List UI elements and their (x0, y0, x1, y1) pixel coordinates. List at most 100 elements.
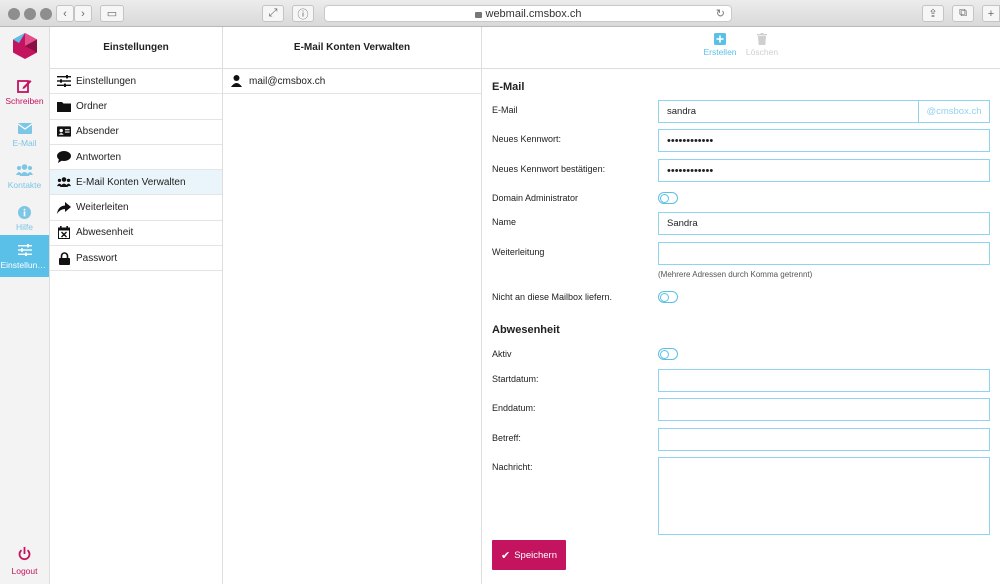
rail-compose-label: Schreiben (5, 96, 44, 106)
forward-icon[interactable]: › (74, 5, 92, 22)
start-date-field[interactable] (658, 369, 990, 392)
confirm-password-value: •••••••••••• (667, 164, 714, 177)
logout-label: Logout (11, 566, 38, 576)
new-password-field[interactable]: •••••••••••• (658, 129, 990, 152)
settings-item-accounts[interactable]: E-Mail Konten Verwalten (50, 170, 222, 196)
account-detail: Erstellen Löschen E-Mail E-Mail sandra @… (482, 27, 1000, 584)
logout-button[interactable]: Logout (0, 547, 49, 576)
minimize-window-icon[interactable] (24, 8, 36, 20)
confirm-password-field[interactable]: •••••••••••• (658, 159, 990, 182)
account-list-item[interactable]: mail@cmsbox.ch (223, 69, 481, 94)
sliders-icon (57, 75, 71, 88)
email-field[interactable]: sandra @cmsbox.ch (658, 100, 990, 123)
settings-item-label: Einstellungen (76, 75, 137, 87)
settings-item-general[interactable]: Einstellungen (50, 69, 222, 95)
name-field[interactable]: Sandra (658, 212, 990, 235)
reader-icon[interactable]: ⓘ (292, 5, 314, 22)
email-domain-suffix: @cmsbox.ch (918, 101, 989, 122)
accounts-column: E-Mail Konten Verwalten mail@cmsbox.ch (223, 27, 482, 584)
message-textarea[interactable] (658, 457, 990, 535)
rail-email[interactable]: E-Mail (0, 115, 49, 155)
settings-item-forward[interactable]: Weiterleiten (50, 195, 222, 221)
info-icon (18, 204, 31, 220)
end-date-field[interactable] (658, 398, 990, 421)
create-label: Erstellen (703, 47, 737, 57)
settings-item-label: Weiterleiten (76, 202, 129, 214)
settings-item-folders[interactable]: Ordner (50, 94, 222, 120)
lock-icon (57, 251, 71, 265)
subject-label: Betreff: (492, 433, 521, 443)
delete-label: Löschen (745, 47, 779, 57)
settings-item-label: Abwesenheit (76, 227, 134, 239)
power-icon (18, 547, 31, 563)
settings-column-title: Einstellungen (50, 27, 222, 69)
subject-field[interactable] (658, 428, 990, 451)
domain-admin-label: Domain Administrator (492, 193, 579, 203)
check-icon: ✔ (501, 549, 511, 562)
settings-item-sender[interactable]: Absender (50, 120, 222, 145)
save-button[interactable]: ✔ Speichern (492, 540, 566, 570)
rail-compose[interactable]: Schreiben (0, 73, 49, 113)
reload-icon[interactable]: ↻ (716, 7, 725, 20)
mail-icon (17, 120, 32, 136)
settings-item-label: E-Mail Konten Verwalten (76, 176, 186, 188)
confirm-password-label: Neues Kennwort bestätigen: (492, 164, 606, 174)
trash-icon (757, 32, 767, 46)
end-date-label: Enddatum: (492, 403, 536, 413)
users-icon (57, 176, 71, 189)
rail-settings[interactable]: Einstellung... (0, 235, 49, 277)
rail-contacts[interactable]: Kontakte (0, 157, 49, 197)
email-section-title: E-Mail (492, 81, 525, 93)
address-bar[interactable]: webmail.cmsbox.ch ↻ (324, 5, 732, 22)
settings-item-label: Passwort (76, 252, 118, 264)
browser-toolbar: ‹ › ▭ ⤢ ⓘ webmail.cmsbox.ch ↻ ⇪ ⧉ + (0, 0, 1000, 27)
name-value: Sandra (667, 218, 698, 229)
absence-section-title: Abwesenheit (492, 324, 560, 336)
tabs-icon[interactable]: ⧉ (952, 5, 974, 22)
forward-arrow-icon (57, 201, 71, 214)
account-email: mail@cmsbox.ch (249, 75, 326, 87)
user-icon (231, 75, 243, 87)
active-label: Aktiv (492, 349, 512, 359)
email-label: E-Mail (492, 105, 518, 115)
contacts-icon (16, 162, 33, 178)
settings-column: Einstellungen Einstellungen Ordner Absen… (50, 27, 223, 584)
rail-contacts-label: Kontakte (7, 180, 42, 190)
rail-help[interactable]: Hilfe (0, 199, 49, 239)
back-icon[interactable]: ‹ (56, 5, 74, 22)
calendar-x-icon (57, 226, 71, 240)
settings-item-label: Ordner (76, 100, 108, 112)
plus-square-icon (714, 32, 726, 46)
forward-hint: (Mehrere Adressen durch Komma getrennt) (658, 270, 813, 279)
settings-item-label: Antworten (76, 151, 122, 163)
create-button[interactable]: Erstellen (700, 32, 740, 57)
detail-toolbar: Erstellen Löschen (482, 27, 1000, 69)
zoom-window-icon[interactable] (40, 8, 52, 20)
share-icon[interactable]: ⇪ (922, 5, 944, 22)
no-deliver-toggle[interactable] (658, 291, 678, 303)
delete-button[interactable]: Löschen (742, 32, 782, 57)
settings-item-password[interactable]: Passwort (50, 246, 222, 272)
settings-item-replies[interactable]: Antworten (50, 145, 222, 171)
settings-item-label: Absender (76, 126, 119, 138)
speech-bubble-icon (57, 151, 71, 164)
rail-help-label: Hilfe (15, 222, 33, 232)
fullscreen-icon[interactable]: ⤢ (262, 5, 284, 22)
cmsbox-logo (13, 33, 37, 59)
lock-icon (474, 11, 482, 18)
name-label: Name (492, 217, 517, 227)
absence-active-toggle[interactable] (658, 348, 678, 360)
start-date-label: Startdatum: (492, 374, 539, 384)
domain-admin-toggle[interactable] (658, 192, 678, 204)
folder-icon (57, 100, 71, 113)
url-text: webmail.cmsbox.ch (485, 7, 582, 20)
id-card-icon (57, 125, 71, 138)
sidebar-toggle-icon[interactable]: ▭ (100, 5, 124, 22)
new-tab-icon[interactable]: + (982, 5, 1000, 22)
settings-item-absence[interactable]: Abwesenheit (50, 221, 222, 247)
sliders-icon (17, 242, 32, 258)
compose-icon (17, 78, 32, 94)
forward-label: Weiterleitung (492, 247, 545, 257)
forward-field[interactable] (658, 242, 990, 265)
close-window-icon[interactable] (8, 8, 20, 20)
